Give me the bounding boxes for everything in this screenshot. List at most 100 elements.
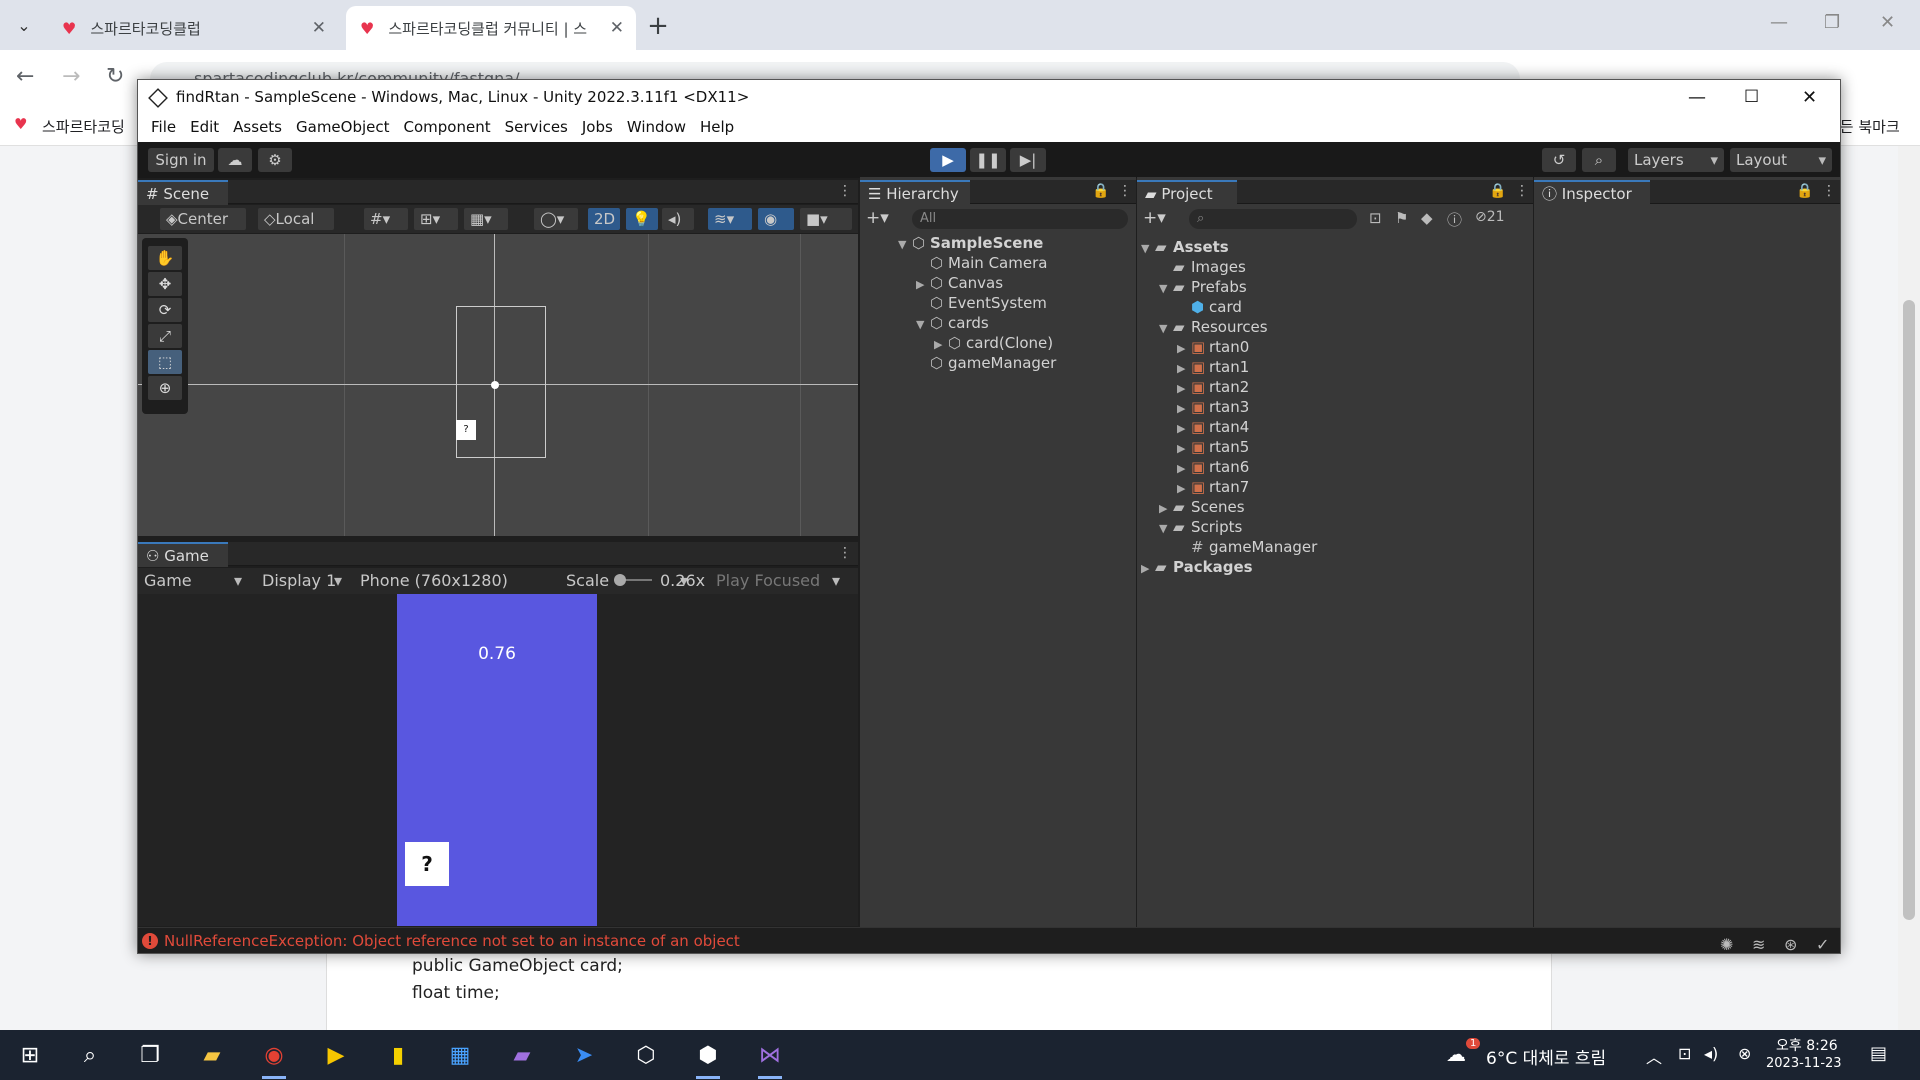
bookmark-item[interactable]: 스파르타코딩 xyxy=(42,116,125,137)
weather-icon[interactable]: ☁ xyxy=(1446,1042,1466,1066)
label-icon[interactable]: ◆ xyxy=(1421,209,1433,227)
bake-icon[interactable]: ⊛ xyxy=(1784,932,1797,958)
2d-toggle[interactable]: 2D xyxy=(588,208,620,230)
unity-hub-icon[interactable]: ⬡ xyxy=(626,1039,666,1071)
sign-in-button[interactable]: Sign in xyxy=(148,148,214,172)
kebab-menu-icon[interactable]: ⋮ xyxy=(1822,183,1836,199)
visibility-icon[interactable]: ◉ xyxy=(758,208,794,230)
step-button[interactable]: ▶| xyxy=(1010,148,1046,172)
display-dropdown[interactable]: Display 1 xyxy=(256,570,348,592)
project-item[interactable]: ▶ ▣ rtan2 xyxy=(1177,377,1249,397)
visual-studio-icon[interactable]: ⋈ xyxy=(750,1039,790,1079)
lock-icon[interactable]: 🔒 xyxy=(1489,183,1506,199)
expand-arrow-icon[interactable]: ▶ xyxy=(934,335,948,355)
windows-start-icon[interactable]: ⊞ xyxy=(10,1039,50,1071)
console-status-bar[interactable]: ! NullReferenceException: Object referen… xyxy=(138,927,1840,954)
expand-arrow-icon[interactable]: ▶ xyxy=(1159,499,1173,519)
project-item[interactable]: ▼ ▰ Prefabs xyxy=(1159,277,1247,297)
ruler-icon[interactable]: ▦▾ xyxy=(464,208,508,230)
restore-icon[interactable]: ❐ xyxy=(1824,12,1840,33)
sticky-notes-icon[interactable]: ▮ xyxy=(378,1039,418,1071)
resolution-dropdown[interactable]: Phone (760x1280) xyxy=(354,570,694,592)
layout-dropdown[interactable]: Layout xyxy=(1730,148,1832,172)
layers-icon[interactable]: ≋ xyxy=(1752,932,1765,958)
kebab-menu-icon[interactable]: ⋮ xyxy=(838,183,852,199)
search-icon[interactable]: ⌕ xyxy=(70,1039,110,1071)
grid-snap-icon[interactable]: #▾ xyxy=(364,208,408,230)
expand-arrow-icon[interactable]: ▶ xyxy=(1141,559,1155,579)
add-object-button[interactable]: +▾ xyxy=(866,208,889,228)
hierarchy-item[interactable]: ▶ ⬡ card(Clone) xyxy=(934,333,1053,353)
notification-icon[interactable]: ▤ xyxy=(1870,1043,1887,1064)
browser-tab-1[interactable]: ♥ 스파르타코딩클럽 ✕ xyxy=(48,6,338,50)
project-item[interactable]: ▰ Images xyxy=(1159,257,1246,277)
hierarchy-item[interactable]: ⬡ Main Camera xyxy=(916,253,1047,273)
menu-assets[interactable]: Assets xyxy=(226,115,289,142)
project-item[interactable]: ▼ ▰ Assets xyxy=(1141,237,1229,257)
browser-tab-2[interactable]: ♥ 스파르타코딩클럽 커뮤니티 | 스 ✕ xyxy=(346,6,636,50)
reload-icon[interactable]: ↻ xyxy=(106,64,124,89)
app-icon[interactable]: ➤ xyxy=(564,1039,604,1071)
play-mode-dropdown[interactable]: Play Focused xyxy=(710,570,846,592)
game-view[interactable]: 0.76 ? xyxy=(138,594,858,926)
shading-mode-icon[interactable]: ◯▾ xyxy=(534,208,578,230)
kebab-menu-icon[interactable]: ⋮ xyxy=(838,545,852,561)
check-icon[interactable]: ✓ xyxy=(1816,932,1829,958)
project-item[interactable]: ▶ ▰ Scenes xyxy=(1159,497,1245,517)
expand-arrow-icon[interactable]: ▼ xyxy=(1159,279,1173,299)
expand-arrow-icon[interactable]: ▶ xyxy=(1177,339,1191,359)
search-by-type-icon[interactable]: ⊡ xyxy=(1369,209,1382,227)
debug-icon[interactable]: ✺ xyxy=(1720,932,1733,958)
expand-arrow-icon[interactable]: ▼ xyxy=(1141,239,1155,259)
scene-card[interactable]: ? xyxy=(456,420,476,440)
expand-arrow-icon[interactable]: ▼ xyxy=(1159,319,1173,339)
menu-jobs[interactable]: Jobs xyxy=(575,115,620,142)
history-icon[interactable]: ↺ xyxy=(1542,148,1576,172)
kebab-menu-icon[interactable]: ⋮ xyxy=(1515,183,1529,199)
hierarchy-item[interactable]: ⬡ gameManager xyxy=(916,353,1056,373)
pause-button[interactable]: ❚❚ xyxy=(970,148,1006,172)
back-icon[interactable]: ← xyxy=(16,64,34,89)
project-item[interactable]: ▶ ▣ rtan4 xyxy=(1177,417,1249,437)
tab-search-button[interactable]: ⌄ xyxy=(8,9,40,41)
scale-slider-handle[interactable] xyxy=(614,574,626,586)
kebab-menu-icon[interactable]: ⋮ xyxy=(1118,183,1132,199)
expand-arrow-icon[interactable]: ▶ xyxy=(916,275,930,295)
tab-scene[interactable]: # Scene xyxy=(138,180,228,205)
chrome-icon[interactable]: ◉ xyxy=(254,1039,294,1079)
game-view-dropdown[interactable]: Game xyxy=(138,570,248,592)
tab-game[interactable]: ⚇ Game xyxy=(138,542,228,567)
camera-icon[interactable]: ■▾ xyxy=(800,208,852,230)
minimize-icon[interactable]: — xyxy=(1688,80,1706,115)
tab-hierarchy[interactable]: ☰ Hierarchy xyxy=(860,180,970,205)
photos-icon[interactable]: ▦ xyxy=(440,1039,480,1071)
hand-tool-icon[interactable]: ✋ xyxy=(148,246,182,270)
project-item[interactable]: ▶ ▰ Packages xyxy=(1141,557,1253,577)
hierarchy-item[interactable]: ⬡ EventSystem xyxy=(916,293,1047,313)
close-tab-icon[interactable]: ✕ xyxy=(312,18,326,38)
clock-time[interactable]: 오후 8:26 xyxy=(1776,1035,1838,1055)
lock-icon[interactable]: 🔒 xyxy=(1796,183,1813,199)
move-tool-icon[interactable]: ✥ xyxy=(148,272,182,296)
chevron-up-icon[interactable]: ︿ xyxy=(1646,1044,1662,1068)
pivot-center-dropdown[interactable]: ◈Center xyxy=(160,208,246,230)
expand-arrow-icon[interactable]: ▶ xyxy=(1177,399,1191,419)
project-item[interactable]: ▶ ▣ rtan6 xyxy=(1177,457,1249,477)
expand-arrow-icon[interactable]: ▶ xyxy=(1177,419,1191,439)
menu-help[interactable]: Help xyxy=(693,115,741,142)
scale-tool-icon[interactable]: ⤢ xyxy=(148,324,182,348)
forward-icon[interactable]: → xyxy=(62,64,80,89)
create-asset-button[interactable]: +▾ xyxy=(1143,208,1166,228)
menu-edit[interactable]: Edit xyxy=(183,115,226,142)
effects-icon[interactable]: ≋▾ xyxy=(708,208,752,230)
menu-file[interactable]: File xyxy=(144,115,183,142)
filter-icon[interactable]: ⚑ xyxy=(1395,209,1408,227)
expand-arrow-icon[interactable]: ▼ xyxy=(1159,519,1173,539)
expand-arrow-icon[interactable]: ▼ xyxy=(916,315,930,335)
hierarchy-item[interactable]: ▼ ⬡ SampleScene xyxy=(898,233,1043,253)
menu-window[interactable]: Window xyxy=(620,115,693,142)
project-item[interactable]: ▶ ▣ rtan1 xyxy=(1177,357,1249,377)
tab-project[interactable]: ▰ Project xyxy=(1137,180,1237,205)
play-button[interactable]: ▶ xyxy=(930,148,966,172)
hierarchy-item[interactable]: ▼ ⬡ cards xyxy=(916,313,989,333)
